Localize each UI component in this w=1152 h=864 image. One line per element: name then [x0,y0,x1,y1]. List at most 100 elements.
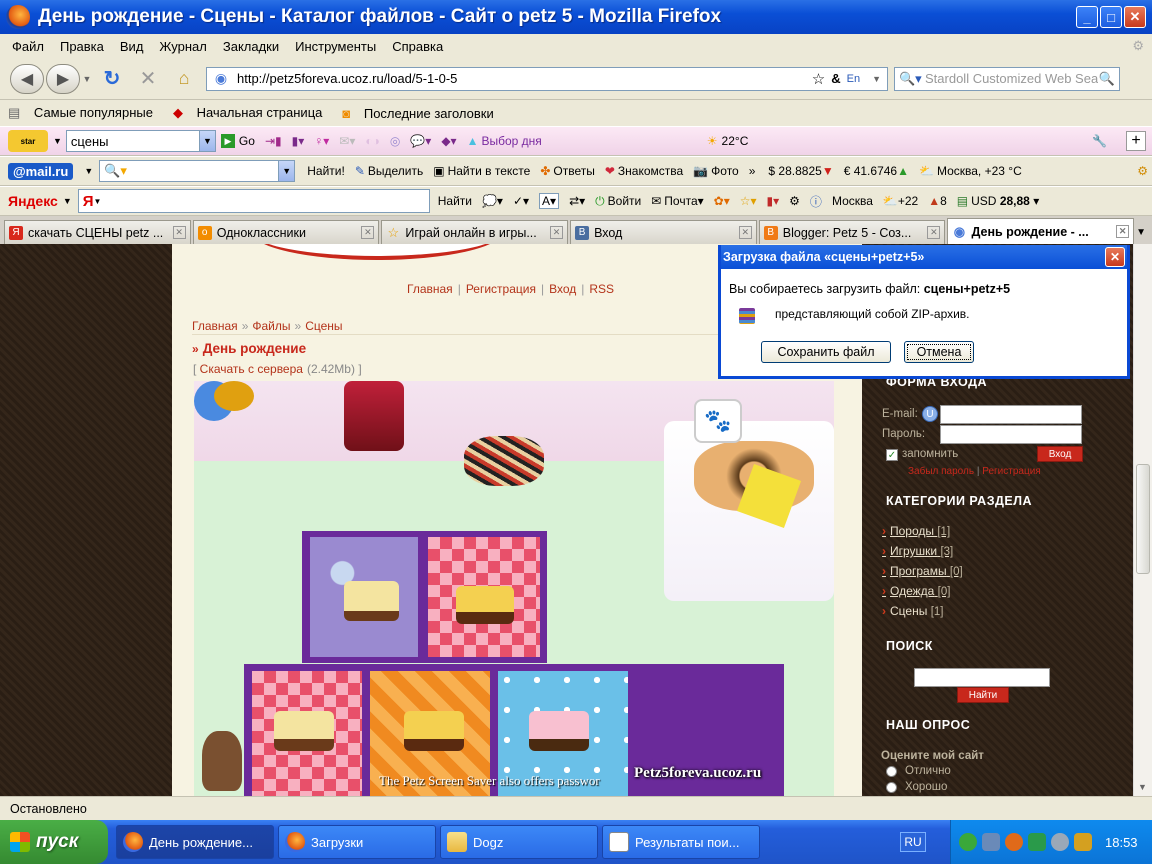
stardoll-dropdown-icon[interactable]: ▼ [198,131,215,151]
stardoll-menu-icon[interactable]: ▼ [53,136,62,146]
pick-of-day-button[interactable]: ▲ Выбор дня [467,134,542,148]
category-item-toys[interactable]: › Игрушки [3] [882,544,963,564]
close-tab-icon[interactable]: ✕ [361,226,375,239]
search-input[interactable]: 🔍▾ Stardoll Customized Web Sea 🔍 [894,66,1120,91]
bookmark-start-page[interactable]: ◆ Начальная страница [173,105,332,121]
add-button[interactable]: + [1126,131,1146,151]
top-link-login[interactable]: Вход [549,282,576,296]
tab-games[interactable]: ☆ Играй онлайн в игры... ✕ [381,220,569,244]
poll-option-excellent[interactable]: Отлично [886,765,951,777]
translate-text-icon[interactable]: A▾ [539,193,560,209]
menu-edit[interactable]: Правка [60,39,104,54]
door-icon[interactable]: ⇥▮ [265,134,282,148]
tray-shield-icon[interactable] [1074,833,1092,851]
gear-icon[interactable]: ⚙ [789,194,800,208]
more-chevron-icon[interactable]: » [749,164,756,178]
tab-list-icon[interactable]: ▼ [1136,227,1146,238]
scroll-down-icon[interactable]: ▼ [1138,782,1147,792]
close-tab-icon[interactable]: ✕ [550,226,564,239]
breadcrumb-scenes[interactable]: Сцены [305,319,342,333]
url-dropdown-icon[interactable]: ▼ [872,74,881,84]
category-item-programs[interactable]: › Програмы [0] [882,564,963,584]
close-tab-icon[interactable]: ✕ [172,226,186,239]
bookmark-popular[interactable]: ▤ Самые популярные [8,105,163,121]
start-button[interactable]: пуск [0,820,108,864]
save-file-button[interactable]: Сохранить файл [761,341,891,363]
bookmarks-book-icon[interactable]: ▮▾ [767,194,780,208]
stop-icon[interactable]: ✕ [130,66,166,91]
poll-radio[interactable] [886,781,897,793]
doll-icon[interactable]: ♀▾ [314,134,329,148]
task-downloads[interactable]: Загрузки [278,825,436,859]
forward-button[interactable]: ▶ [46,63,80,94]
register-link[interactable]: Регистрация [982,466,1040,477]
yandex-menu-icon[interactable]: ▼ [63,196,72,206]
answers-button[interactable]: ✤ Ответы [540,164,595,178]
breadcrumb-files[interactable]: Файлы [252,319,290,333]
login-submit-button[interactable]: Вход [1037,446,1083,462]
tray-network-icon[interactable] [959,833,977,851]
yandex-mail-button[interactable]: ✉ Почта ▾ [651,194,703,208]
top-link-rss[interactable]: RSS [589,282,614,296]
stardoll-go-button[interactable]: ▶ Go [220,134,255,148]
category-item-breeds[interactable]: › Породы [1] [882,524,963,544]
top-link-home[interactable]: Главная [407,282,453,296]
yandex-search-input[interactable]: Я ▼ [77,189,430,213]
close-button[interactable]: ✕ [1124,6,1146,28]
download-link[interactable]: Скачать с сервера [200,362,303,376]
traffic-widget[interactable]: ▲ 8 [928,194,947,208]
translate-icon[interactable]: En [847,73,860,85]
site-identity-icon[interactable]: ◉ [211,70,231,87]
menu-bookmarks[interactable]: Закладки [223,39,279,54]
weather-widget[interactable]: ☀ 22°C [707,134,749,148]
menu-help[interactable]: Справка [392,39,443,54]
task-search-results[interactable]: Результаты пои... [602,825,760,859]
bookmark-star-icon[interactable]: ☆ [812,70,825,88]
tab-vk[interactable]: B Вход ✕ [570,220,757,244]
task-dogz-folder[interactable]: Dogz [440,825,598,859]
home-icon[interactable]: ⌂ [166,68,202,89]
menu-view[interactable]: Вид [120,39,144,54]
search-engine-icon[interactable]: 🔍▾ [899,71,925,87]
highlight-button[interactable]: ✎ Выделить [355,164,423,178]
password-field[interactable] [940,425,1082,444]
openid-icon[interactable]: U [922,406,938,422]
tab-blogger[interactable]: B Blogger: Petz 5 - Соз... ✕ [758,220,946,244]
forgot-password-link[interactable]: Забыл пароль [908,466,974,477]
scrollbar-thumb[interactable] [1136,464,1150,574]
page-translate-icon[interactable]: ⇄▾ [569,194,585,208]
tab-yandex[interactable]: Яскачать СЦЕНЫ petz ... ✕ [4,220,191,244]
minimize-button[interactable]: _ [1076,6,1098,28]
games-icon[interactable]: ◎ [390,134,400,148]
yandex-usd[interactable]: ▤ USD 28,88 ▾ [957,194,1039,208]
category-item-clothes[interactable]: › Одежда [0] [882,584,963,604]
tray-antivirus-icon[interactable] [1028,833,1046,851]
yandex-logo[interactable]: Яндекс [8,193,58,209]
menu-history[interactable]: Журнал [159,39,206,54]
tray-monitor-icon[interactable] [982,833,1000,851]
yandex-find-button[interactable]: Найти [438,194,472,208]
chat-icon[interactable]: 💬▾ [410,134,431,148]
vertical-scrollbar[interactable]: ▼ [1133,244,1152,796]
category-item-scenes[interactable]: › Сцены [1] [882,604,963,624]
remember-checkbox[interactable]: ✓ [886,449,898,461]
menu-tools[interactable]: Инструменты [295,39,376,54]
ampersand-icon[interactable]: & [831,71,840,86]
reload-icon[interactable]: ↻ [94,66,130,91]
find-in-text-button[interactable]: ▣ Найти в тексте [433,164,530,178]
language-indicator[interactable]: RU [900,832,926,852]
top-link-register[interactable]: Регистрация [466,282,536,296]
tab-odnoklassniki[interactable]: o Одноклассники ✕ [192,220,380,244]
close-tab-icon[interactable]: ✕ [927,226,941,239]
task-firefox[interactable]: День рождение... [116,825,274,859]
url-bar[interactable]: ◉ http://petz5foreva.ucoz.ru/load/5-1-0-… [206,66,888,91]
dialog-close-button[interactable]: ✕ [1105,247,1125,267]
back-button[interactable]: ◀ [10,63,44,94]
cancel-button[interactable]: Отмена [904,341,974,363]
menu-file[interactable]: Файл [12,39,44,54]
breadcrumb-home[interactable]: Главная [192,319,238,333]
dice-icon[interactable]: ◆▾ [441,134,456,148]
speech-bubble-icon[interactable]: 💭▾ [482,194,503,208]
info-icon[interactable]: ⓘ [810,193,822,210]
settings-gear-icon[interactable]: ⚙ [1137,164,1148,178]
